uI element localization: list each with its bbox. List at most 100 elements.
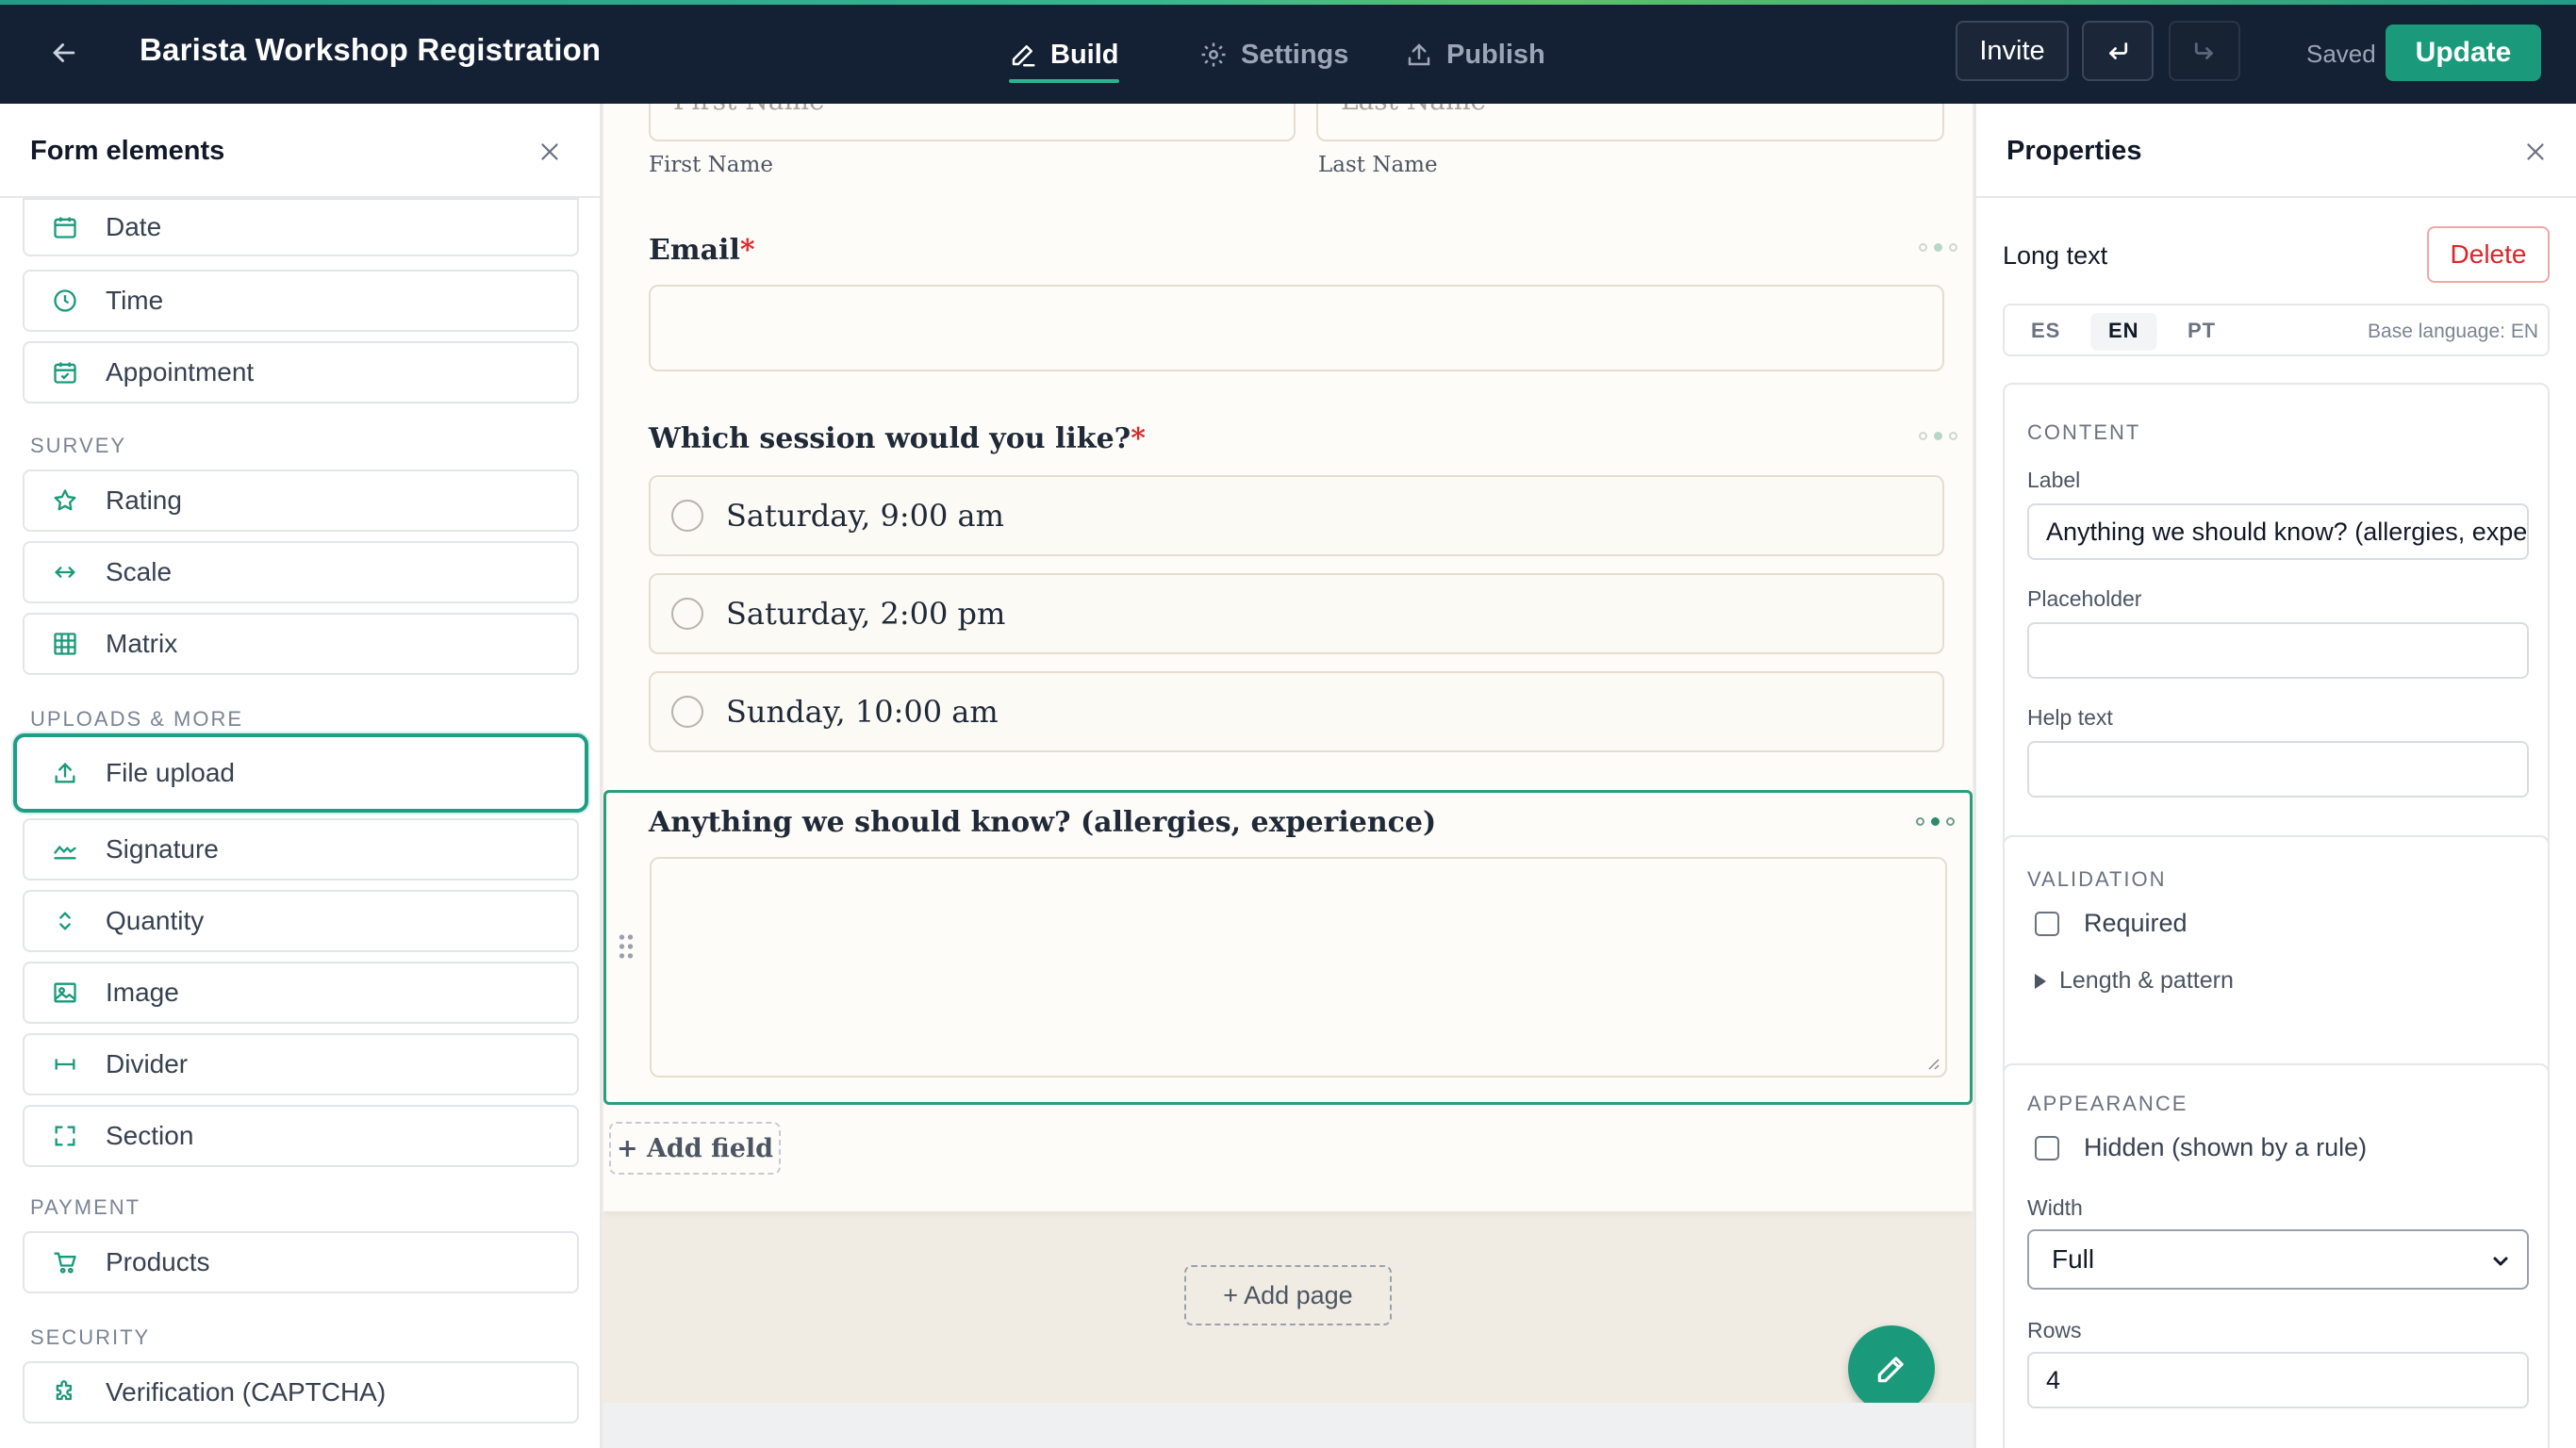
invite-button[interactable]: Invite <box>1956 21 2069 81</box>
required-checkbox-row[interactable]: Required <box>2035 909 2188 938</box>
calendar-check-icon <box>54 362 76 384</box>
properties-header: Properties <box>1976 104 2576 198</box>
session-option[interactable]: Sunday, 10:00 am <box>649 671 1944 752</box>
selected-field-long-text[interactable]: Anything we should know? (allergies, exp… <box>603 790 1973 1105</box>
session-option[interactable]: Saturday, 2:00 pm <box>649 573 1944 654</box>
form-elements-header: Form elements <box>0 104 600 198</box>
element-rating[interactable]: Rating <box>23 469 579 532</box>
length-pattern-toggle[interactable]: Length & pattern <box>2035 967 2234 995</box>
tab-build-label: Build <box>1050 39 1119 70</box>
close-icon[interactable] <box>536 138 564 166</box>
delete-button[interactable]: Delete <box>2427 226 2550 283</box>
close-icon[interactable] <box>2521 138 2550 166</box>
canvas-footer-strip <box>603 1403 1973 1448</box>
tab-settings-label: Settings <box>1241 39 1349 70</box>
update-button[interactable]: Update <box>2386 25 2541 81</box>
element-quantity[interactable]: Quantity <box>23 890 579 952</box>
add-page-button[interactable]: + Add page <box>1184 1265 1392 1325</box>
element-label: Divider <box>106 1049 189 1078</box>
email-input[interactable] <box>649 285 1944 371</box>
back-button[interactable] <box>45 34 83 72</box>
element-matrix[interactable]: Matrix <box>23 613 579 675</box>
required-asterisk: * <box>1131 422 1146 455</box>
add-field-button[interactable]: + Add field <box>609 1122 781 1175</box>
element-scale[interactable]: Scale <box>23 541 579 603</box>
element-products[interactable]: Products <box>23 1231 579 1293</box>
add-field-label: + Add field <box>616 1133 774 1163</box>
element-time[interactable]: Time <box>23 270 579 332</box>
element-label: Date <box>106 212 162 241</box>
element-label: Scale <box>106 557 173 586</box>
section-label-uploads: UPLOADS & MORE <box>30 707 244 731</box>
up-down-chevron-icon <box>59 912 71 930</box>
element-captcha[interactable]: Verification (CAPTCHA) <box>23 1361 579 1423</box>
element-label: Time <box>106 286 164 315</box>
redo-button[interactable] <box>2169 21 2240 81</box>
element-label: Quantity <box>106 906 205 935</box>
element-appointment[interactable]: Appointment <box>23 341 579 403</box>
placeholder-input[interactable] <box>2027 622 2529 679</box>
lang-tab-en[interactable]: EN <box>2091 313 2156 349</box>
session-label: Which session would you like?* <box>649 422 1146 455</box>
long-text-textarea[interactable] <box>650 857 1947 1078</box>
element-label: Matrix <box>106 629 178 658</box>
undo-button[interactable] <box>2082 21 2154 81</box>
session-field-menu[interactable] <box>1919 432 1957 440</box>
element-file-upload[interactable]: File upload <box>13 733 588 813</box>
label-input[interactable]: Anything we should know? (allergies, exp… <box>2027 503 2529 560</box>
invite-label: Invite <box>1979 35 2045 66</box>
form-canvas: First Name Last Name First Name Last Nam… <box>603 104 1973 1448</box>
element-image[interactable]: Image <box>23 962 579 1024</box>
help-text-input[interactable] <box>2027 741 2529 798</box>
required-checkbox[interactable] <box>2035 911 2059 936</box>
session-option[interactable]: Saturday, 9:00 am <box>649 475 1944 556</box>
first-name-placeholder: First Name <box>673 104 825 116</box>
element-label: Appointment <box>106 357 255 387</box>
cart-icon <box>54 1252 76 1274</box>
drag-handle-icon[interactable] <box>618 932 635 961</box>
tab-publish[interactable]: Publish <box>1405 28 1545 81</box>
tab-settings[interactable]: Settings <box>1199 28 1348 81</box>
lang-tab-pt[interactable]: PT <box>2171 313 2233 349</box>
hidden-checkbox-row[interactable]: Hidden (shown by a rule) <box>2035 1133 2367 1162</box>
base-language-note: Base language: EN <box>2368 321 2538 342</box>
field-type-label: Long text <box>2003 241 2108 270</box>
placeholder-caption: Placeholder <box>2027 586 2142 611</box>
session-option-label: Saturday, 2:00 pm <box>726 596 1006 632</box>
lang-tab-es[interactable]: ES <box>2014 313 2077 349</box>
session-label-text: Which session would you like? <box>649 422 1131 455</box>
element-label: Rating <box>106 485 182 515</box>
element-label: Image <box>106 978 179 1007</box>
radio-button[interactable] <box>671 598 703 630</box>
language-switcher: ES EN PT Base language: EN <box>2003 304 2550 356</box>
calendar-icon <box>54 217 76 239</box>
rows-input[interactable]: 4 <box>2027 1352 2529 1408</box>
hidden-checkbox[interactable] <box>2035 1135 2059 1160</box>
pencil-icon <box>1877 1357 1904 1383</box>
long-text-field-menu[interactable] <box>1916 817 1955 826</box>
delete-label: Delete <box>2450 239 2527 269</box>
tab-build[interactable]: Build <box>1009 28 1119 83</box>
element-signature[interactable]: Signature <box>23 818 579 880</box>
radio-button[interactable] <box>671 500 703 532</box>
resize-grip-icon[interactable] <box>1924 1055 1940 1070</box>
email-label-text: Email <box>649 234 740 267</box>
width-select[interactable]: Full <box>2027 1229 2529 1290</box>
element-label: Signature <box>106 834 219 864</box>
element-section[interactable]: Section <box>23 1105 579 1167</box>
element-label: Verification (CAPTCHA) <box>106 1377 387 1407</box>
rows-caption: Rows <box>2027 1318 2082 1342</box>
first-name-input[interactable]: First Name <box>649 104 1296 141</box>
section-label-payment: PAYMENT <box>30 1195 141 1219</box>
email-field-menu[interactable] <box>1919 243 1957 252</box>
last-name-input[interactable]: Last Name <box>1316 104 1944 141</box>
session-option-label: Saturday, 9:00 am <box>726 498 1004 534</box>
edit-fab-button[interactable] <box>1848 1325 1935 1412</box>
saved-status: Saved <box>2306 40 2376 68</box>
radio-button[interactable] <box>671 696 703 728</box>
element-divider[interactable]: Divider <box>23 1033 579 1095</box>
help-text-caption: Help text <box>2027 705 2113 730</box>
last-name-placeholder: Last Name <box>1341 104 1486 116</box>
element-label: Products <box>106 1247 210 1276</box>
element-date[interactable]: Date <box>23 198 579 256</box>
